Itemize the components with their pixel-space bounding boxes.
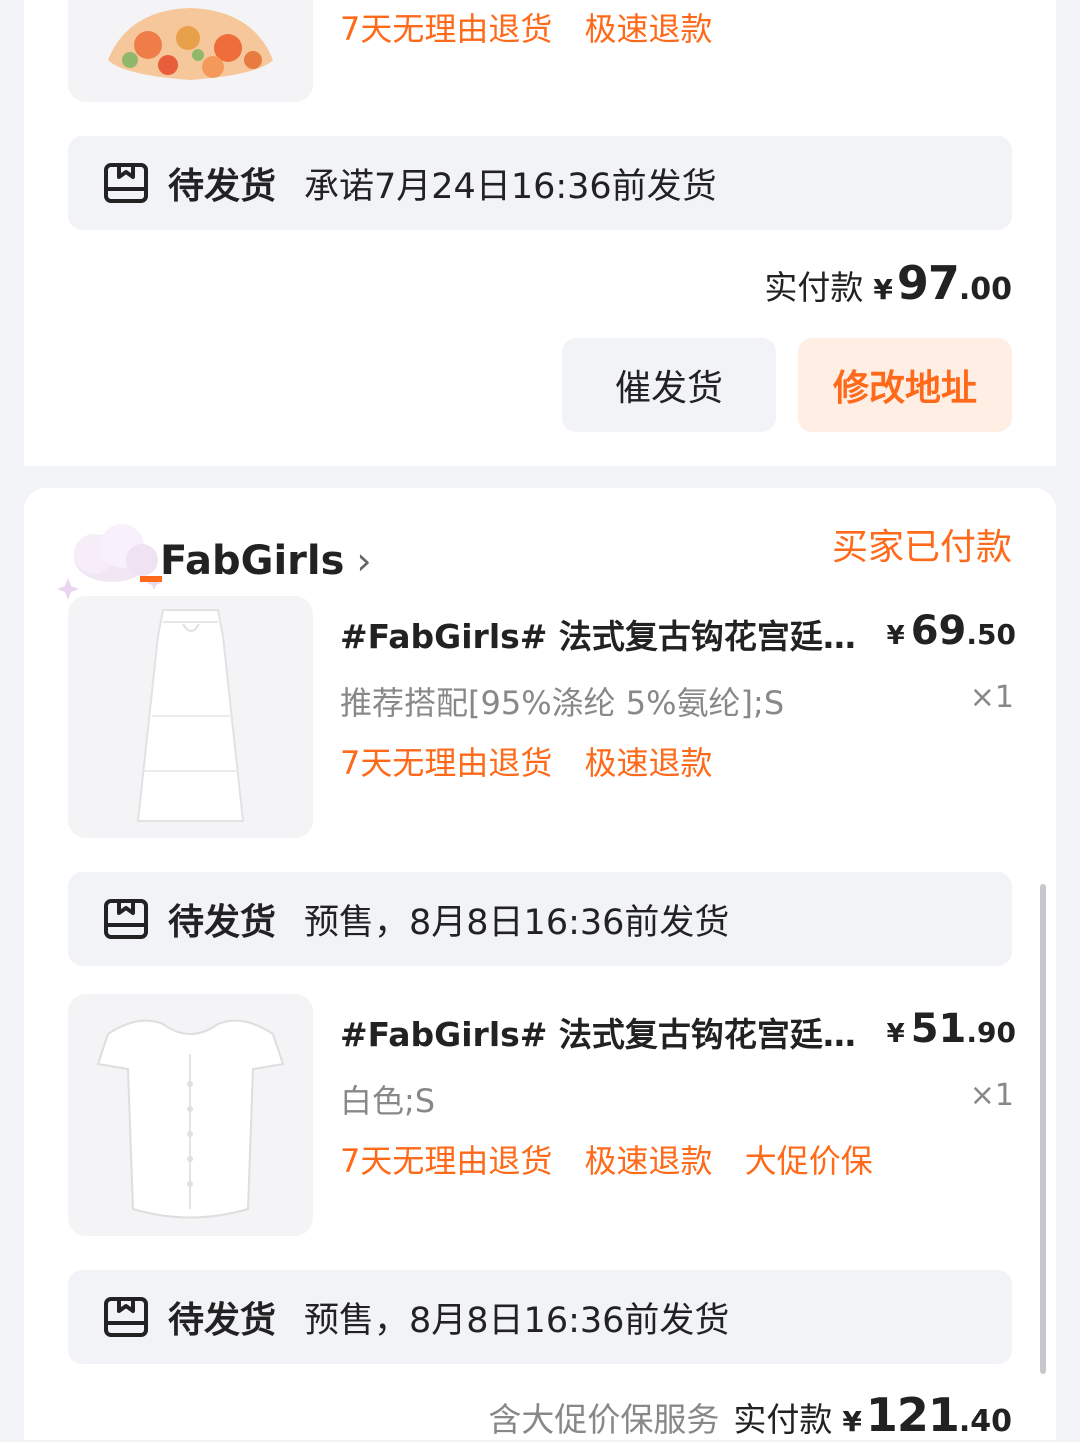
paid-label: 实付款 (764, 268, 864, 307)
product-quantity: ×1 (969, 680, 1014, 715)
tag-return: 7天无理由退货 (340, 10, 553, 48)
shipping-status-bar[interactable]: 待发货 预售，8月8日16:36前发货 (68, 872, 1012, 966)
product-thumbnail[interactable] (68, 994, 313, 1236)
scrollbar[interactable] (1040, 884, 1046, 1374)
service-tags: 7天无理由退货 极速退款 大促价保 (340, 1136, 895, 1182)
product-spec: 推荐搭配[95%涤纶 5%氨纶];S (340, 684, 785, 722)
product-price: ¥ 69 .50 (887, 608, 1016, 654)
price-integer: 51 (910, 1006, 967, 1052)
product-price: ¥ 51 .90 (887, 1006, 1016, 1052)
shop-name[interactable]: FabGirls (160, 538, 344, 584)
tag-return: 7天无理由退货 (340, 1142, 553, 1180)
cloud-sticker-icon (57, 524, 162, 600)
package-icon (104, 1297, 148, 1337)
chevron-right-icon[interactable]: › (356, 539, 371, 583)
shipping-status-bar[interactable]: 待发货 承诺7月24日16:36前发货 (68, 136, 1012, 230)
tag-return: 7天无理由退货 (340, 744, 553, 782)
shipping-status: 待发货 (168, 902, 277, 943)
order-total: 含大促价保服务 实付款 ¥ 121 .40 (488, 1388, 1012, 1442)
order-card: FabGirls › 买家已付款 #FabGirls# 法式复古钩花宫廷… ¥ … (24, 488, 1056, 1442)
price-integer: 69 (910, 608, 967, 654)
amount-decimal: .00 (958, 272, 1012, 307)
urge-shipping-button[interactable]: 催发货 (562, 338, 776, 432)
order-status: 买家已付款 (831, 527, 1012, 568)
shipping-status: 待发货 (168, 1300, 277, 1341)
product-title[interactable]: #FabGirls# 法式复古钩花宫廷… (340, 610, 856, 658)
tag-refund: 极速退款 (584, 1142, 713, 1180)
price-protection-note: 含大促价保服务 (488, 1400, 720, 1439)
package-icon (104, 899, 148, 939)
amount-integer: 97 (896, 256, 960, 310)
shipping-promise: 承诺7月24日16:36前发货 (304, 166, 717, 207)
service-tags: 7天无理由退货 极速退款 (340, 4, 735, 50)
price-decimal: .90 (966, 1016, 1016, 1049)
shop-header[interactable]: FabGirls › (54, 516, 372, 606)
tag-price-protection: 大促价保 (744, 1142, 873, 1180)
currency-symbol: ¥ (886, 621, 905, 651)
product-quantity: ×1 (969, 1078, 1014, 1113)
shipping-status-bar[interactable]: 待发货 预售，8月8日16:36前发货 (68, 1270, 1012, 1364)
amount-integer: 121 (865, 1388, 960, 1442)
price-decimal: .50 (966, 618, 1016, 651)
currency-symbol: ¥ (886, 1019, 905, 1049)
product-spec: 白色;S (340, 1082, 436, 1120)
tag-refund: 极速退款 (584, 10, 713, 48)
tag-refund: 极速退款 (584, 744, 713, 782)
shipping-promise: 预售，8月8日16:36前发货 (304, 902, 730, 943)
product-title[interactable]: #FabGirls# 法式复古钩花宫廷… (340, 1008, 856, 1056)
currency-symbol: ¥ (842, 1405, 862, 1438)
previous-order-card: 7天无理由退货 极速退款 待发货 承诺7月24日16:36前发货 实付款 ¥ 9… (24, 0, 1056, 466)
shipping-promise: 预售，8月8日16:36前发货 (304, 1300, 730, 1341)
package-icon (104, 163, 148, 203)
service-tags: 7天无理由退货 极速退款 (340, 738, 735, 784)
product-thumbnail[interactable] (68, 0, 313, 102)
amount-decimal: .40 (958, 1404, 1012, 1439)
change-address-button[interactable]: 修改地址 (798, 338, 1012, 432)
product-thumbnail[interactable] (68, 596, 313, 838)
paid-label: 实付款 (733, 1400, 833, 1439)
paid-amount: 实付款 ¥ 97 .00 (764, 256, 1012, 310)
currency-symbol: ¥ (873, 273, 893, 306)
shipping-status: 待发货 (168, 166, 277, 207)
